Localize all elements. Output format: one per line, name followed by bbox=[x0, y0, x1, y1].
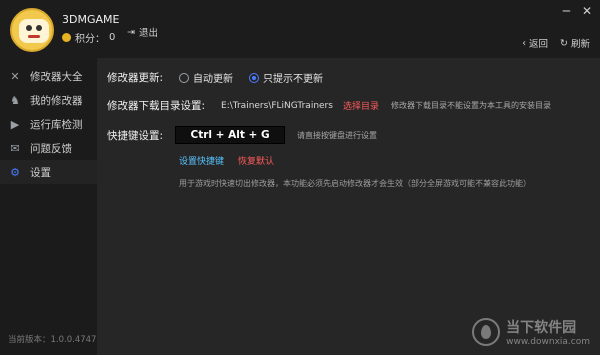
mail-icon: ✉ bbox=[10, 141, 20, 155]
sidebar-item-trainers[interactable]: ✕ 修改器大全 bbox=[0, 64, 97, 88]
hotkey-input[interactable]: Ctrl + Alt + G bbox=[175, 126, 286, 144]
sidebar-item-my-trainers[interactable]: ♞ 我的修改器 bbox=[0, 88, 97, 112]
hotkey-note-row: 用于游戏时快速切出修改器，本功能必须先启动修改器才会生效（部分全屏游戏可能不兼容… bbox=[179, 178, 531, 189]
logout-icon: ⇥ bbox=[127, 26, 135, 38]
sidebar-item-label: 设置 bbox=[30, 166, 51, 179]
username: 3DMGAME bbox=[62, 13, 120, 26]
hotkey-hint: 请直接按键盘进行设置 bbox=[297, 130, 378, 140]
coin-icon bbox=[62, 33, 71, 42]
download-path-value: E:\Trainers\FLiNGTrainers bbox=[221, 100, 333, 111]
refresh-icon: ↻ bbox=[560, 37, 568, 49]
choose-directory-link[interactable]: 选择目录 bbox=[343, 99, 379, 112]
avatar-eye-left bbox=[26, 25, 32, 31]
version-label: 当前版本：1.0.0.4747 bbox=[8, 335, 97, 345]
watermark-text: 当下软件园 www.downxia.com bbox=[506, 317, 590, 347]
hotkey-note: 用于游戏时快速切出修改器，本功能必须先启动修改器才会生效（部分全屏游戏可能不兼容… bbox=[179, 179, 531, 188]
sidebar-item-label: 问题反馈 bbox=[30, 142, 72, 155]
avatar-face bbox=[19, 19, 49, 43]
download-dir-row: 修改器下载目录设置: E:\Trainers\FLiNGTrainers 选择目… bbox=[107, 98, 551, 113]
settings-panel: 修改器更新: 自动更新 只提示不更新 修改器下载目录设置: E:\Trainer… bbox=[97, 58, 600, 355]
watermark-title: 当下软件园 bbox=[506, 320, 577, 336]
nav-controls: ‹ 返回 ↻ 刷新 bbox=[522, 36, 590, 51]
user-icon: ♞ bbox=[10, 93, 20, 107]
points-value: 0 bbox=[109, 32, 116, 43]
watermark: 当下软件园 www.downxia.com bbox=[472, 317, 590, 347]
points-display: 积分： 0 bbox=[62, 30, 115, 45]
tools-icon: ✕ bbox=[10, 69, 20, 83]
downxia-logo-icon bbox=[472, 318, 501, 346]
minimize-button[interactable]: ─ bbox=[563, 4, 570, 18]
title-bar: 3DMGAME 积分： 0 ⇥ 退出 ─ ✕ ‹ 返回 ↻ 刷新 bbox=[0, 0, 600, 58]
radio-circle-icon bbox=[179, 72, 190, 83]
chevron-left-icon: ‹ bbox=[522, 37, 526, 49]
update-label: 修改器更新: bbox=[107, 72, 164, 84]
logout-label: 退出 bbox=[138, 28, 158, 39]
download-dir-label: 修改器下载目录设置: bbox=[107, 100, 206, 112]
set-hotkey-link[interactable]: 设置快捷键 bbox=[179, 154, 224, 167]
logout-button[interactable]: ⇥ 退出 bbox=[127, 25, 158, 40]
points-label: 积分： bbox=[75, 34, 105, 45]
reset-default-link[interactable]: 恢复默认 bbox=[238, 154, 274, 167]
hotkey-label: 快捷键设置: bbox=[107, 129, 164, 142]
gear-icon: ⚙ bbox=[10, 165, 20, 179]
radio-label: 只提示不更新 bbox=[263, 74, 324, 85]
logo-drop-icon bbox=[481, 325, 492, 339]
sidebar-item-label: 修改器大全 bbox=[30, 70, 83, 83]
update-setting-row: 修改器更新: 自动更新 只提示不更新 bbox=[107, 70, 323, 85]
refresh-label: 刷新 bbox=[570, 39, 590, 50]
sidebar-item-runtime-check[interactable]: ▶ 运行库检测 bbox=[0, 112, 97, 136]
sidebar-item-label: 运行库检测 bbox=[30, 118, 83, 131]
sidebar-item-label: 我的修改器 bbox=[30, 94, 83, 107]
sidebar-item-settings[interactable]: ⚙ 设置 bbox=[0, 160, 97, 184]
sidebar-item-feedback[interactable]: ✉ 问题反馈 bbox=[0, 136, 97, 160]
refresh-button[interactable]: ↻ 刷新 bbox=[560, 36, 590, 51]
avatar[interactable] bbox=[10, 8, 54, 52]
play-icon: ▶ bbox=[10, 117, 20, 131]
watermark-domain: www.downxia.com bbox=[506, 337, 590, 347]
avatar-eye-right bbox=[36, 25, 42, 31]
back-button[interactable]: ‹ 返回 bbox=[522, 36, 549, 51]
radio-notify-only[interactable]: 只提示不更新 bbox=[249, 70, 323, 85]
avatar-mouth bbox=[28, 35, 40, 38]
close-button[interactable]: ✕ bbox=[582, 4, 592, 18]
hotkey-row: 快捷键设置: Ctrl + Alt + G 请直接按键盘进行设置 bbox=[107, 126, 377, 144]
back-label: 返回 bbox=[529, 39, 549, 50]
download-dir-hint: 修改器下载目录不能设置为本工具的安装目录 bbox=[390, 101, 551, 110]
sidebar: ✕ 修改器大全 ♞ 我的修改器 ▶ 运行库检测 ✉ 问题反馈 ⚙ 设置 当前版本… bbox=[0, 58, 97, 355]
radio-checked-icon bbox=[249, 72, 260, 83]
radio-label: 自动更新 bbox=[193, 74, 234, 85]
window-controls: ─ ✕ bbox=[563, 4, 592, 18]
radio-auto-update[interactable]: 自动更新 bbox=[179, 70, 233, 85]
hotkey-actions: 设置快捷键 恢复默认 bbox=[179, 154, 274, 167]
